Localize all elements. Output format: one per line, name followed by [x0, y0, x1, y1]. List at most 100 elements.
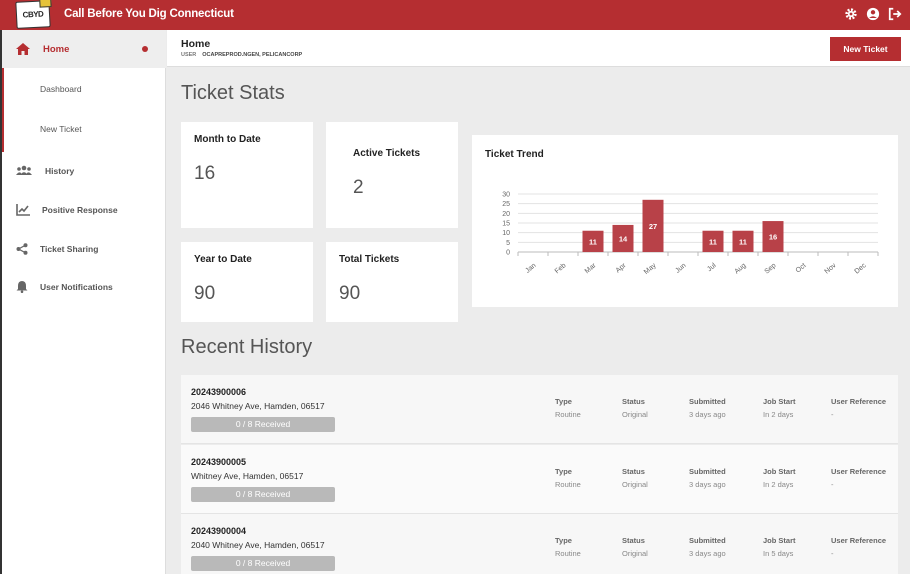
bar-data-label: 27: [649, 222, 657, 231]
x-tick-label: Aug: [734, 262, 748, 275]
sidebar-subitem-new-ticket[interactable]: New Ticket: [40, 124, 82, 134]
sidebar-item-home[interactable]: Home: [0, 30, 166, 68]
col-label: Type: [555, 467, 572, 476]
col-job-start: Job Start In 5 days: [763, 536, 796, 558]
stat-label: Total Tickets: [339, 254, 400, 265]
sidebar-item-label: User Notifications: [40, 282, 113, 292]
received-progress: 0 / 8 Received: [191, 487, 335, 502]
received-progress: 0 / 8 Received: [191, 417, 335, 432]
stat-label: Month to Date: [194, 134, 261, 145]
col-value: Routine: [555, 410, 581, 419]
user-info: USER OCAPREPROD.NGEN, PELICANCORP: [181, 52, 302, 58]
y-tick-label: 20: [502, 211, 510, 218]
ticket-address: 2040 Whitney Ave, Hamden, 06517: [191, 540, 325, 550]
stat-card-year-to-date: Year to Date 90: [181, 242, 313, 322]
col-job-start: Job Start In 2 days: [763, 397, 796, 419]
x-tick-label: Jul: [706, 262, 718, 273]
x-tick-label: Oct: [795, 262, 808, 274]
stat-value: 90: [339, 283, 361, 304]
col-value: Original: [622, 549, 648, 558]
user-key: USER: [181, 52, 197, 58]
ticket-stats-title: Ticket Stats: [181, 82, 285, 104]
stat-card-total-tickets: Total Tickets 90: [326, 242, 458, 322]
sidebar-item-positive-response[interactable]: Positive Response: [0, 198, 166, 222]
ticket-number[interactable]: 20243900006: [191, 387, 246, 397]
bar-data-label: 16: [769, 233, 777, 242]
col-value: Routine: [555, 480, 581, 489]
ticket-trend-chart: 0 5 10 15 20 25 30 Jan Feb 11 Mar 14 Apr 27 May Jun 11 Ju…: [502, 192, 879, 276]
col-label: Job Start: [763, 397, 796, 406]
recent-history-title: Recent History: [181, 336, 313, 358]
history-row[interactable]: 20243900005 Whitney Ave, Hamden, 06517 0…: [181, 445, 898, 514]
stat-card-month-to-date: Month to Date 16: [181, 122, 313, 228]
col-submitted: Submitted 3 days ago: [689, 536, 726, 558]
col-label: Submitted: [689, 397, 726, 406]
logout-icon[interactable]: [888, 7, 902, 21]
stat-value: 2: [353, 177, 364, 198]
ticket-address: 2046 Whitney Ave, Hamden, 06517: [191, 401, 325, 411]
col-value: Original: [622, 410, 648, 419]
col-type: Type Routine: [555, 397, 581, 419]
y-tick-label: 0: [506, 250, 510, 257]
col-label: Submitted: [689, 467, 726, 476]
history-row[interactable]: 20243900006 2046 Whitney Ave, Hamden, 06…: [181, 375, 898, 444]
col-submitted: Submitted 3 days ago: [689, 397, 726, 419]
y-tick-label: 5: [506, 240, 510, 247]
x-tick-label: Apr: [615, 262, 628, 275]
sidebar-item-ticket-sharing[interactable]: Ticket Sharing: [0, 237, 166, 261]
ticket-trend-card: Ticket Trend 0 5 10 15 20 25 30 Jan Feb 11 Mar 14 Ap…: [472, 135, 898, 307]
sidebar-item-history[interactable]: History: [0, 159, 166, 183]
stat-value: 90: [194, 283, 216, 304]
col-user-reference: User Reference -: [831, 397, 886, 419]
stat-label: Year to Date: [194, 254, 252, 265]
sidebar-item-label: History: [45, 166, 75, 176]
col-user-reference: User Reference -: [831, 467, 886, 489]
col-value: 3 days ago: [689, 410, 726, 419]
col-status: Status Original: [622, 536, 648, 558]
account-icon[interactable]: [866, 7, 880, 21]
bar-data-label: 11: [589, 237, 597, 246]
bar-data-label: 11: [709, 237, 717, 246]
home-icon: [16, 42, 30, 60]
x-tick-label: Feb: [554, 262, 568, 275]
x-tick-label: Mar: [584, 262, 598, 276]
share-icon: [16, 242, 28, 260]
top-icons: [844, 7, 902, 21]
history-row[interactable]: 20243900004 2040 Whitney Ave, Hamden, 06…: [181, 514, 898, 574]
col-label: Status: [622, 467, 645, 476]
submenu-accent: [2, 68, 4, 152]
logo-text: CBYD: [22, 9, 44, 20]
page-title: Home: [181, 38, 211, 50]
sidebar-subitem-dashboard[interactable]: Dashboard: [40, 84, 82, 94]
col-label: Job Start: [763, 536, 796, 545]
cbyd-logo[interactable]: CBYD: [15, 0, 52, 29]
sidebar-item-user-notifications[interactable]: User Notifications: [0, 275, 166, 299]
col-value: Routine: [555, 549, 581, 558]
x-tick-label: Jan: [524, 262, 537, 275]
col-label: Status: [622, 536, 645, 545]
x-tick-label: Jun: [674, 262, 687, 275]
new-ticket-button[interactable]: New Ticket: [830, 37, 901, 61]
bell-icon: [16, 280, 28, 298]
y-tick-label: 10: [502, 230, 510, 237]
y-tick-label: 25: [502, 201, 510, 208]
col-value: -: [831, 410, 834, 419]
col-label: User Reference: [831, 397, 887, 406]
col-type: Type Routine: [555, 536, 581, 558]
x-tick-label: May: [643, 262, 658, 276]
stat-label: Active Tickets: [353, 148, 421, 159]
col-user-reference: User Reference -: [831, 536, 886, 558]
col-label: Type: [555, 536, 572, 545]
col-status: Status Original: [622, 467, 648, 489]
ticket-number[interactable]: 20243900004: [191, 526, 246, 536]
sidebar-item-label: Home: [43, 44, 70, 55]
sidebar: Home Dashboard New Ticket History Positi…: [0, 30, 166, 574]
gear-icon[interactable]: [844, 7, 858, 21]
page-header: Home USER OCAPREPROD.NGEN, PELICANCORP Ne…: [167, 30, 910, 67]
col-value: -: [831, 549, 834, 558]
col-submitted: Submitted 3 days ago: [689, 467, 726, 489]
ticket-number[interactable]: 20243900005: [191, 457, 246, 467]
bar-data-label: 14: [619, 234, 628, 243]
col-value: In 5 days: [763, 549, 794, 558]
col-label: User Reference: [831, 467, 887, 476]
